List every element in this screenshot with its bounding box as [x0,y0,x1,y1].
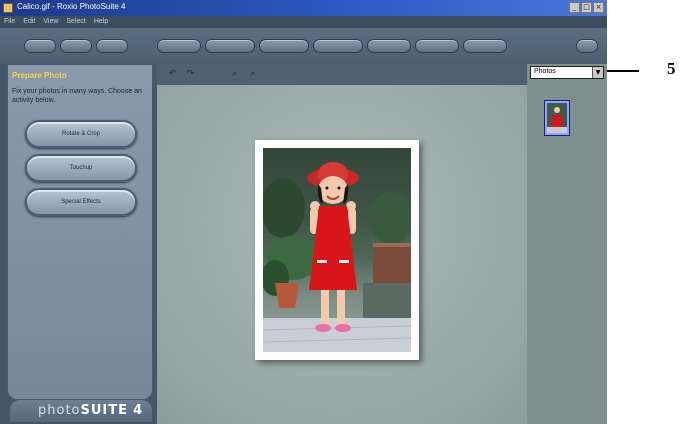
zoom-out-icon[interactable]: ⌕ [247,68,258,80]
brand-suite: SUITE [80,403,129,418]
canvas-toolbar: ↶ ↷ ⌕ ⌕ [157,64,527,85]
app-icon [3,3,13,13]
thumbnail-girl-icon [547,103,567,133]
panel-title: Prepare Photo [12,71,67,80]
mode-button-6[interactable] [415,39,459,53]
menu-help[interactable]: Help [94,16,108,28]
brand-photo: photo [38,403,81,418]
photo-frame[interactable] [255,140,419,360]
girl-photo-illustration [263,162,411,352]
mode-button-2[interactable] [205,39,255,53]
rotate-crop-button[interactable]: Rotate & Crop [25,120,137,148]
back-button[interactable] [60,39,92,53]
mode-button-7[interactable] [463,39,507,53]
menu-select[interactable]: Select [66,16,85,28]
menu-file[interactable]: File [4,16,15,28]
callout-line [607,70,639,72]
brand-version: 4 [133,403,144,418]
home-button[interactable] [24,39,56,53]
window-title: Calico.gif - Roxio PhotoSuite 4 [17,2,126,11]
zoom-in-icon[interactable]: ⌕ [229,68,240,80]
rotate-left-icon[interactable]: ↶ [167,68,178,80]
activity-panel: Prepare Photo Fix your photos in many wa… [7,64,153,400]
help-button[interactable] [576,39,598,53]
menu-view[interactable]: View [43,16,58,28]
panel-description: Fix your photos in many ways. Choose an … [12,88,142,104]
maximize-button[interactable]: □ [581,2,592,13]
special-effects-button[interactable]: Special Effects [25,188,137,216]
photo-girl-image [263,148,411,352]
photo-thumbnail[interactable] [545,101,569,135]
mode-button-3[interactable] [259,39,309,53]
touchup-button[interactable]: Touchup [25,154,137,182]
callout-number: 5 [667,59,676,78]
mode-button-5[interactable] [367,39,411,53]
close-button[interactable]: × [593,2,604,13]
rotate-right-icon[interactable]: ↷ [185,68,196,80]
library-dropdown[interactable]: Photos ▼ [530,66,604,79]
main-toolbar [0,28,607,64]
menu-edit[interactable]: Edit [23,16,35,28]
brand-tab: photoSUITE 4 [10,400,152,422]
menu-bar: File Edit View Select Help [0,16,607,28]
mode-button-4[interactable] [313,39,363,53]
dropdown-value: Photos [534,68,556,75]
title-bar[interactable]: Calico.gif - Roxio PhotoSuite 4 _ □ × [0,0,607,16]
forward-button[interactable] [96,39,128,53]
minimize-button[interactable]: _ [569,2,580,13]
window-controls: _ □ × [569,2,604,13]
mode-button-1[interactable] [157,39,201,53]
brand-logo: photoSUITE 4 [38,403,143,418]
dropdown-arrow-icon[interactable]: ▼ [592,67,603,78]
